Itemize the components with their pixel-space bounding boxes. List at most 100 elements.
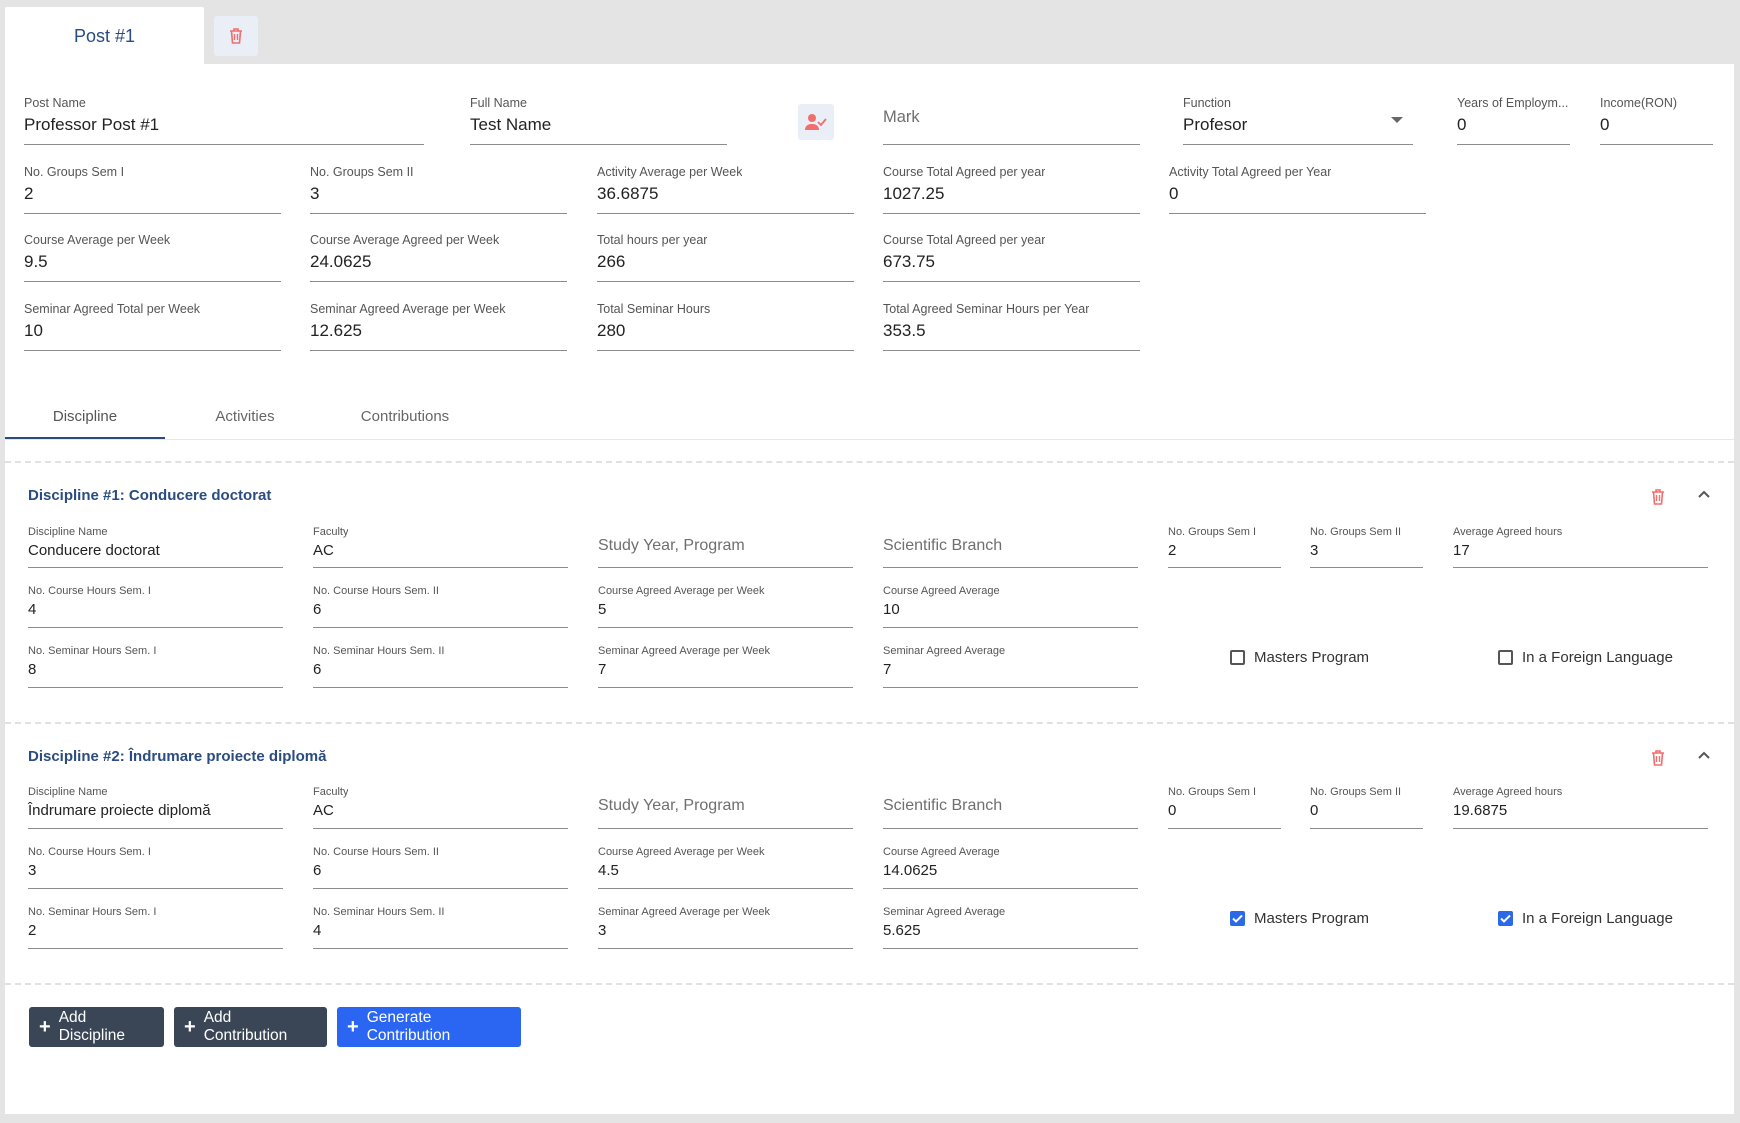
foreign-language-checkbox[interactable]: In a Foreign Language bbox=[1498, 910, 1673, 927]
groups-sem2-field[interactable]: No. Groups Sem II 0 bbox=[1310, 786, 1423, 829]
course-agreed-average-week-field[interactable]: Course Agreed Average per Week 5 bbox=[598, 585, 853, 628]
field-placeholder: Scientific Branch bbox=[883, 537, 1003, 554]
discipline-2-title: Discipline #2: Îndrumare proiecte diplom… bbox=[28, 748, 327, 765]
delete-post-button[interactable] bbox=[214, 16, 258, 56]
activity-average-week-field[interactable]: Activity Average per Week 36.6875 bbox=[597, 165, 854, 214]
trash-icon bbox=[1652, 750, 1664, 766]
income-field[interactable]: Income(RON) 0 bbox=[1600, 96, 1713, 145]
checkbox-label: Masters Program bbox=[1254, 910, 1370, 927]
seminar-agreed-average-field[interactable]: Seminar Agreed Average 7 bbox=[883, 645, 1138, 688]
years-of-employment-field[interactable]: Years of Employm... 0 bbox=[1457, 96, 1570, 145]
field-label: Average Agreed hours bbox=[1453, 526, 1563, 538]
seminar-agreed-total-week-field[interactable]: Seminar Agreed Total per Week 10 bbox=[24, 302, 281, 351]
groups-sem2-field[interactable]: No. Groups Sem II 3 bbox=[1310, 526, 1423, 568]
field-label: No. Groups Sem II bbox=[1310, 786, 1402, 798]
field-value: 2 bbox=[1168, 542, 1177, 559]
delete-discipline-1-button[interactable] bbox=[1650, 488, 1666, 511]
generate-contribution-button[interactable]: + Generate Contribution bbox=[337, 1007, 521, 1047]
field-label: No. Groups Sem II bbox=[1310, 526, 1402, 538]
field-label: No. Groups Sem I bbox=[1168, 526, 1257, 538]
total-agreed-seminar-year-field[interactable]: Total Agreed Seminar Hours per Year 353.… bbox=[883, 302, 1140, 351]
course-average-week-field[interactable]: Course Average per Week 9.5 bbox=[24, 233, 281, 282]
field-value: 266 bbox=[597, 252, 626, 271]
seminar-hours-sem2-field[interactable]: No. Seminar Hours Sem. II 4 bbox=[313, 906, 568, 949]
course-hours-sem1-field[interactable]: No. Course Hours Sem. I 3 bbox=[28, 846, 283, 889]
course-agreed-average-week-field[interactable]: Course Agreed Average per Week 4.5 bbox=[598, 846, 853, 889]
full-name-field[interactable]: Full Name Test Name bbox=[470, 96, 727, 145]
course-agreed-average-field[interactable]: Course Agreed Average 10 bbox=[883, 585, 1138, 628]
tab-discipline[interactable]: Discipline bbox=[5, 408, 165, 438]
post-name-value: Professor Post #1 bbox=[24, 115, 160, 134]
plus-icon: + bbox=[347, 1016, 359, 1038]
study-year-program-field[interactable]: Study Year, Program bbox=[598, 526, 853, 568]
course-hours-sem2-field[interactable]: No. Course Hours Sem. II 6 bbox=[313, 846, 568, 889]
foreign-language-checkbox[interactable]: In a Foreign Language bbox=[1498, 649, 1673, 666]
course-average-agreed-week-field[interactable]: Course Average Agreed per Week 24.0625 bbox=[310, 233, 567, 282]
tab-post-1[interactable]: Post #1 bbox=[5, 7, 204, 64]
checkbox-label: Masters Program bbox=[1254, 649, 1370, 666]
tab-contributions[interactable]: Contributions bbox=[325, 408, 485, 438]
discipline-name-field[interactable]: Discipline Name Conducere doctorat bbox=[28, 526, 283, 568]
field-label: Average Agreed hours bbox=[1453, 786, 1563, 798]
seminar-hours-sem1-field[interactable]: No. Seminar Hours Sem. I 8 bbox=[28, 645, 283, 688]
seminar-agreed-average-week-field[interactable]: Seminar Agreed Average per Week 3 bbox=[598, 906, 853, 949]
seminar-hours-sem1-field[interactable]: No. Seminar Hours Sem. I 2 bbox=[28, 906, 283, 949]
field-label: No. Course Hours Sem. I bbox=[28, 585, 151, 597]
years-value: 0 bbox=[1457, 115, 1467, 134]
course-hours-sem1-field[interactable]: No. Course Hours Sem. I 4 bbox=[28, 585, 283, 628]
button-label: Add Contribution bbox=[203, 1009, 288, 1044]
post-name-field[interactable]: Post Name Professor Post #1 bbox=[24, 96, 424, 145]
mark-field[interactable]: Mark bbox=[883, 96, 1140, 145]
field-label: No. Groups Sem I bbox=[1168, 786, 1257, 798]
field-label: Seminar Agreed Average bbox=[883, 645, 1006, 657]
study-year-program-field[interactable]: Study Year, Program bbox=[598, 786, 853, 829]
faculty-field[interactable]: Faculty AC bbox=[313, 786, 568, 829]
field-value: 4 bbox=[313, 922, 322, 939]
field-value: 4 bbox=[28, 601, 37, 618]
assign-user-button[interactable] bbox=[798, 104, 834, 140]
function-select[interactable]: Function Profesor bbox=[1183, 96, 1413, 145]
field-value: 8 bbox=[28, 661, 37, 678]
seminar-agreed-average-week-field[interactable]: Seminar Agreed Average per Week 7 bbox=[598, 645, 853, 688]
field-value: AC bbox=[313, 542, 334, 559]
faculty-field[interactable]: Faculty AC bbox=[313, 526, 568, 568]
field-label: Seminar Agreed Average per Week bbox=[598, 645, 771, 657]
field-value: 9.5 bbox=[24, 252, 48, 271]
average-agreed-hours-field[interactable]: Average Agreed hours 17 bbox=[1453, 526, 1708, 568]
groups-sem1-field[interactable]: No. Groups Sem I 2 bbox=[24, 165, 281, 214]
total-hours-year-field[interactable]: Total hours per year 266 bbox=[597, 233, 854, 282]
masters-program-checkbox[interactable]: Masters Program bbox=[1230, 649, 1369, 666]
seminar-agreed-average-field[interactable]: Seminar Agreed Average 5.625 bbox=[883, 906, 1138, 949]
field-label: No. Course Hours Sem. II bbox=[313, 585, 439, 597]
groups-sem1-field[interactable]: No. Groups Sem I 0 bbox=[1168, 786, 1281, 829]
checkbox-label: In a Foreign Language bbox=[1522, 910, 1673, 927]
seminar-agreed-average-week-field[interactable]: Seminar Agreed Average per Week 12.625 bbox=[310, 302, 567, 351]
chevron-up-icon bbox=[1698, 751, 1710, 759]
scientific-branch-field[interactable]: Scientific Branch bbox=[883, 526, 1138, 568]
full-name-value: Test Name bbox=[470, 115, 552, 134]
add-discipline-button[interactable]: + Add Discipline bbox=[29, 1007, 164, 1047]
course-total-agreed-year-2-field[interactable]: Course Total Agreed per year 673.75 bbox=[883, 233, 1140, 282]
tab-activities[interactable]: Activities bbox=[165, 408, 325, 438]
add-contribution-button[interactable]: + Add Contribution bbox=[174, 1007, 327, 1047]
total-seminar-hours-field[interactable]: Total Seminar Hours 280 bbox=[597, 302, 854, 351]
collapse-discipline-1-button[interactable] bbox=[1697, 486, 1711, 504]
groups-sem1-field[interactable]: No. Groups Sem I 2 bbox=[1168, 526, 1281, 568]
groups-sem2-field[interactable]: No. Groups Sem II 3 bbox=[310, 165, 567, 214]
discipline-name-field[interactable]: Discipline Name Îndrumare proiecte diplo… bbox=[28, 786, 283, 829]
field-value: 0 bbox=[1169, 184, 1179, 203]
masters-program-checkbox[interactable]: Masters Program bbox=[1230, 910, 1369, 927]
activity-total-agreed-year-field[interactable]: Activity Total Agreed per Year 0 bbox=[1169, 165, 1426, 214]
post-name-label: Post Name bbox=[24, 96, 86, 110]
course-hours-sem2-field[interactable]: No. Course Hours Sem. II 6 bbox=[313, 585, 568, 628]
seminar-hours-sem2-field[interactable]: No. Seminar Hours Sem. II 6 bbox=[313, 645, 568, 688]
scientific-branch-field[interactable]: Scientific Branch bbox=[883, 786, 1138, 829]
field-label: Discipline Name bbox=[28, 786, 108, 798]
average-agreed-hours-field[interactable]: Average Agreed hours 19.6875 bbox=[1453, 786, 1708, 829]
field-value: 673.75 bbox=[883, 252, 935, 271]
course-total-agreed-year-field[interactable]: Course Total Agreed per year 1027.25 bbox=[883, 165, 1140, 214]
field-value: 6 bbox=[313, 862, 322, 879]
delete-discipline-2-button[interactable] bbox=[1650, 749, 1666, 772]
course-agreed-average-field[interactable]: Course Agreed Average 14.0625 bbox=[883, 846, 1138, 889]
collapse-discipline-2-button[interactable] bbox=[1697, 747, 1711, 765]
